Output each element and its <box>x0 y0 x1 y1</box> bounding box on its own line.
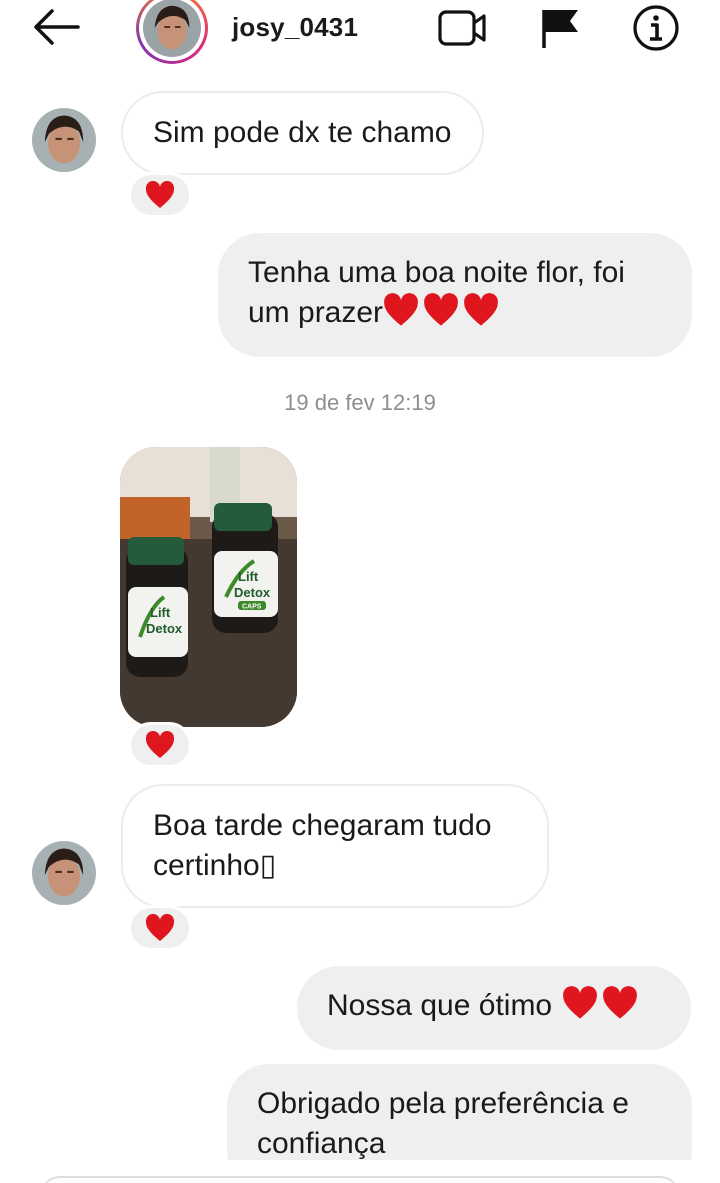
product-label-caps: CAPS <box>242 604 262 611</box>
message-outgoing[interactable]: Tenha uma boa noite flor, foi um prazer <box>218 233 692 357</box>
message-text-line: Boa tarde chegaram tudo <box>153 809 492 842</box>
message-outgoing[interactable]: Nossa que ótimo <box>297 966 691 1050</box>
product-label-name: Detox <box>234 585 271 600</box>
message-text-line: Obrigado pela preferência e <box>257 1087 629 1120</box>
product-label-name: Detox <box>146 621 183 636</box>
heart-emoji-icon <box>464 293 498 326</box>
heart-emoji-icon <box>424 293 458 326</box>
back-arrow-icon[interactable] <box>30 6 82 48</box>
product-photo: Lift Detox Lift Detox CAPS <box>120 447 297 727</box>
product-label-brand: Lift <box>238 569 259 584</box>
message-incoming[interactable]: Sim pode dx te chamo <box>121 91 484 175</box>
heart-reaction[interactable] <box>128 722 192 768</box>
sender-avatar[interactable] <box>32 841 96 905</box>
header-avatar[interactable] <box>136 0 208 64</box>
heart-reaction[interactable] <box>128 172 192 218</box>
message-text-line: Tenha uma boa noite flor, foi <box>248 256 625 289</box>
photo-message[interactable]: Lift Detox Lift Detox CAPS <box>120 447 297 727</box>
chat-header: josy_0431 <box>0 0 720 64</box>
message-text: Nossa que ótimo <box>327 989 553 1022</box>
video-call-icon[interactable] <box>436 4 488 52</box>
info-icon[interactable] <box>630 4 682 52</box>
message-incoming[interactable]: Boa tarde chegaram tudo certinho▯ <box>121 784 549 908</box>
heart-emoji-icon <box>384 293 418 326</box>
heart-reaction[interactable] <box>128 905 192 951</box>
heart-emoji-icon <box>603 986 638 1019</box>
sender-avatar[interactable] <box>32 108 96 172</box>
heart-icon <box>145 731 175 758</box>
message-text-line: confiança <box>257 1127 386 1160</box>
product-label-brand: Lift <box>150 605 171 620</box>
message-composer[interactable] <box>40 1176 680 1183</box>
heart-emoji-icon <box>563 986 598 1019</box>
flag-icon[interactable] <box>536 4 588 52</box>
heart-icon <box>145 181 175 208</box>
chat-username[interactable]: josy_0431 <box>232 12 358 43</box>
message-timestamp: 19 de fev 12:19 <box>284 390 436 415</box>
message-text: um prazer <box>248 296 384 329</box>
message-text-line: certinho▯ <box>153 849 277 882</box>
message-text-line: um prazer <box>248 293 662 333</box>
heart-icon <box>145 914 175 941</box>
message-text: Sim pode dx te chamo <box>153 116 452 149</box>
